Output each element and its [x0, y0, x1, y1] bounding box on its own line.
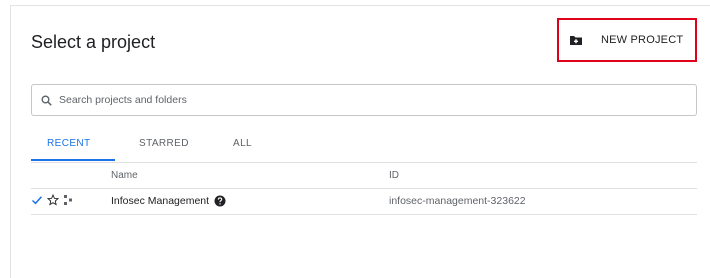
column-header-id: ID — [389, 170, 399, 181]
table-header: Name ID — [31, 162, 697, 189]
help-icon[interactable] — [214, 195, 226, 207]
dialog-title: Select a project — [31, 32, 156, 52]
project-id: infosec-management-323622 — [389, 195, 526, 207]
table-row[interactable]: Infosec Management infosec-management-32… — [31, 188, 697, 215]
new-project-label: NEW PROJECT — [601, 34, 684, 46]
project-tree-icon — [63, 194, 73, 206]
column-header-name: Name — [111, 170, 138, 181]
row-icons — [31, 194, 77, 206]
project-name[interactable]: Infosec Management — [111, 195, 209, 207]
search-icon — [41, 95, 52, 106]
tab-bar: RECENT STARRED ALL — [31, 134, 697, 163]
new-project-button[interactable]: NEW PROJECT — [557, 18, 697, 62]
tab-starred[interactable]: STARRED — [139, 138, 189, 149]
star-outline-icon[interactable] — [47, 194, 59, 206]
search-input[interactable] — [57, 93, 661, 107]
active-tab-indicator — [31, 159, 115, 161]
new-folder-icon — [569, 33, 583, 47]
project-name-cell[interactable]: Infosec Management — [111, 195, 226, 207]
select-project-dialog: Select a project NEW PROJECT RECENT STAR… — [10, 5, 710, 278]
checkmark-icon — [31, 194, 43, 206]
tab-recent[interactable]: RECENT — [47, 138, 91, 149]
search-box[interactable] — [31, 84, 697, 116]
tab-all[interactable]: ALL — [233, 138, 252, 149]
